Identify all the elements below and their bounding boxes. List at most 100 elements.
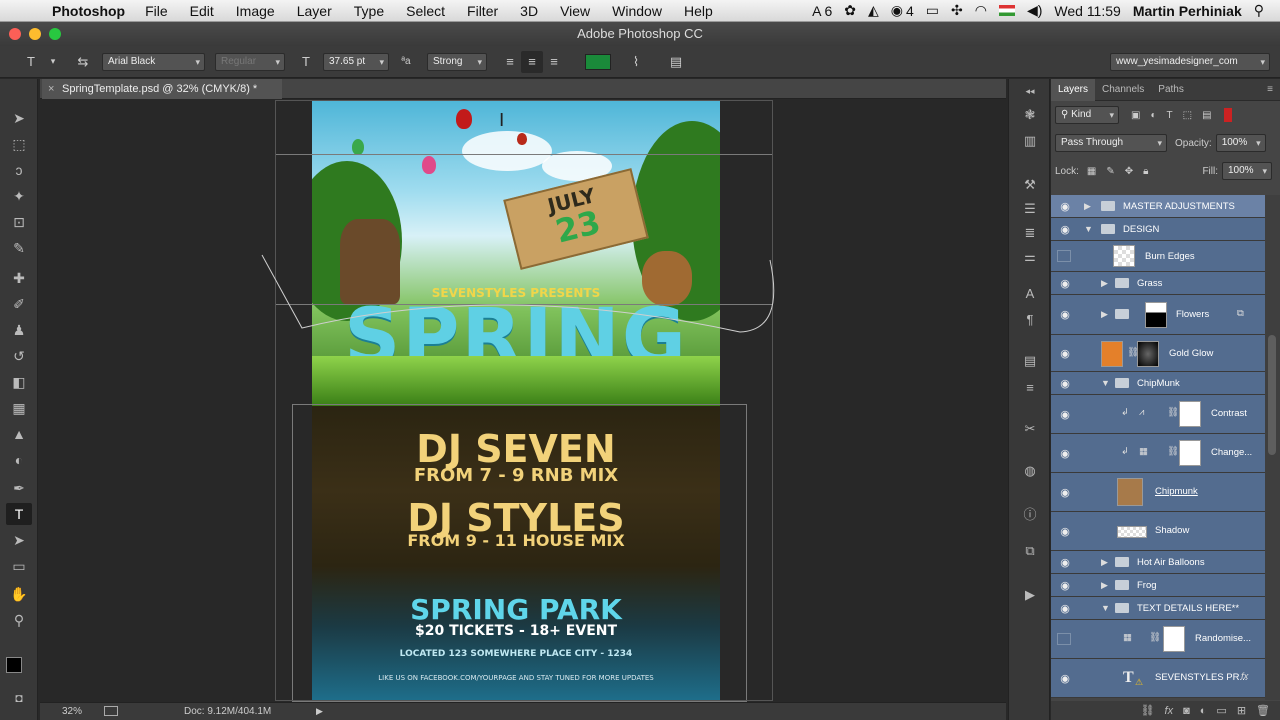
canvas-area[interactable]: JULY 23 SEVENSTYLES PRESENTS SPRING DJ S…: [40, 100, 1006, 702]
collapse-arrow-icon[interactable]: ▼: [1101, 603, 1110, 613]
layer-row[interactable]: ◉ ▼ DESIGN: [1051, 218, 1265, 241]
filter-toggle-icon[interactable]: [1223, 108, 1232, 122]
clone-source-icon[interactable]: ⧉: [1019, 541, 1041, 561]
link-layers-icon[interactable]: ⛓: [1141, 704, 1155, 717]
add-layer-style-icon[interactable]: fx: [1165, 705, 1174, 717]
visibility-eye-icon[interactable]: ◉: [1057, 525, 1073, 538]
hand-tool-icon[interactable]: ✋: [6, 583, 32, 605]
expand-arrow-icon[interactable]: ▶: [1101, 557, 1108, 568]
clock[interactable]: Wed 11:59: [1054, 3, 1120, 19]
clone-stamp-tool-icon[interactable]: ♟: [6, 319, 32, 341]
new-layer-icon[interactable]: ⊞: [1237, 704, 1246, 717]
styles-panel-icon[interactable]: ≣: [1019, 223, 1041, 243]
lasso-tool-icon[interactable]: ↄ: [6, 159, 32, 181]
preset-chevron-icon[interactable]: ▾: [46, 51, 60, 73]
layer-row[interactable]: Burn Edges: [1051, 241, 1265, 272]
visibility-eye-icon[interactable]: ◉: [1057, 408, 1073, 421]
type-tool-preset-icon[interactable]: T: [20, 51, 42, 73]
character-panel-dock-icon[interactable]: A: [1019, 283, 1041, 303]
healing-brush-tool-icon[interactable]: ✚: [6, 267, 32, 289]
layer-filter-kind[interactable]: ⚲ Kind: [1055, 106, 1119, 124]
fill-input[interactable]: 100%: [1222, 162, 1272, 180]
close-tab-icon[interactable]: ×: [48, 79, 54, 99]
expand-arrow-icon[interactable]: ▶: [1101, 278, 1108, 289]
visibility-toggle-empty[interactable]: [1057, 250, 1071, 262]
visibility-eye-icon[interactable]: ◉: [1057, 347, 1073, 360]
font-family-select[interactable]: Arial Black: [102, 52, 205, 71]
libraries-panel-icon[interactable]: ▤: [1019, 351, 1041, 371]
tool-presets-icon[interactable]: ⚒: [1019, 175, 1041, 195]
zoom-level[interactable]: 32%: [62, 703, 82, 720]
flag-icon[interactable]: [998, 5, 1015, 16]
volume-icon[interactable]: ◀): [1027, 2, 1042, 19]
tab-channels[interactable]: Channels: [1095, 79, 1151, 101]
visibility-eye-icon[interactable]: ◉: [1057, 223, 1073, 236]
visibility-eye-icon[interactable]: ◉: [1057, 579, 1073, 592]
align-right-icon[interactable]: ≡: [543, 51, 565, 73]
wifi-icon[interactable]: ◠: [975, 2, 987, 19]
blur-tool-icon[interactable]: ▲: [6, 423, 32, 445]
foreground-color-swatch[interactable]: [6, 657, 22, 673]
collapse-arrow-icon[interactable]: ▼: [1084, 224, 1093, 234]
layer-row[interactable]: ◉ ⛓ Gold Glow: [1051, 335, 1265, 372]
brush-tool-icon[interactable]: ✐: [6, 293, 32, 315]
scrollbar-thumb[interactable]: [1268, 335, 1276, 455]
layer-row[interactable]: ◉ Shadow: [1051, 512, 1265, 551]
cc-icon[interactable]: ◭: [868, 2, 879, 19]
status-info-icon[interactable]: [104, 706, 118, 716]
visibility-eye-icon[interactable]: ◉: [1057, 486, 1073, 499]
display-icon[interactable]: ▭: [926, 2, 939, 19]
menu-window[interactable]: Window: [612, 3, 662, 19]
visibility-eye-icon[interactable]: ◉: [1057, 277, 1073, 290]
menu-view[interactable]: View: [560, 3, 590, 19]
rectangle-tool-icon[interactable]: ▭: [6, 555, 32, 577]
move-tool-icon[interactable]: ➤: [6, 107, 32, 129]
font-size-select[interactable]: 37.65 pt: [323, 52, 389, 71]
visibility-eye-icon[interactable]: ◉: [1057, 556, 1073, 569]
menu-edit[interactable]: Edit: [190, 3, 214, 19]
status-menu-arrow-icon[interactable]: ▶: [316, 703, 323, 720]
kuler-panel-icon[interactable]: ◍: [1019, 461, 1041, 481]
layer-row[interactable]: ◉ ↲ ▦ ⛓ Change...: [1051, 434, 1265, 473]
layer-effects-icon[interactable]: fx: [1241, 671, 1248, 682]
new-adjustment-layer-icon[interactable]: ◐: [1200, 705, 1207, 717]
opacity-input[interactable]: 100%: [1215, 134, 1266, 152]
menu-3d[interactable]: 3D: [520, 3, 538, 19]
layer-row[interactable]: ◉ ▼ TEXT DETAILS HERE**: [1051, 597, 1265, 620]
path-selection-tool-icon[interactable]: ➤: [6, 529, 32, 551]
adobe-status[interactable]: A 6: [812, 3, 832, 19]
collapse-arrow-icon[interactable]: ▼: [1101, 378, 1110, 388]
menu-help[interactable]: Help: [684, 3, 713, 19]
gradient-tool-icon[interactable]: ▦: [6, 397, 32, 419]
add-mask-icon[interactable]: ◙: [1183, 705, 1190, 717]
crop-tool-icon[interactable]: ⊡: [6, 211, 32, 233]
layer-row[interactable]: ◉ ▶ Hot Air Balloons: [1051, 551, 1265, 574]
collapse-dock-icon[interactable]: ◂◂: [1019, 81, 1041, 101]
menu-file[interactable]: File: [145, 3, 168, 19]
text-color-swatch[interactable]: [585, 53, 611, 70]
expand-arrow-icon[interactable]: ▶: [1101, 580, 1108, 591]
align-center-icon[interactable]: ≡: [521, 50, 543, 73]
expand-arrow-icon[interactable]: ▶: [1101, 309, 1108, 320]
eyedropper-tool-icon[interactable]: ✎: [6, 237, 32, 259]
menu-image[interactable]: Image: [236, 3, 275, 19]
antialias-select[interactable]: Strong: [427, 52, 487, 71]
bluetooth-icon[interactable]: ✣: [951, 2, 963, 19]
eraser-tool-icon[interactable]: ◧: [6, 371, 32, 393]
tab-layers[interactable]: Layers: [1051, 78, 1096, 101]
adjustments-panel-icon[interactable]: ☰: [1019, 199, 1041, 219]
spotlight-search-icon[interactable]: ⚲: [1254, 2, 1264, 19]
user-name[interactable]: Martin Perhiniak: [1133, 3, 1242, 19]
font-style-select[interactable]: Regular: [215, 52, 285, 71]
properties-panel-icon[interactable]: ⚌: [1019, 247, 1041, 267]
history-brush-tool-icon[interactable]: ↺: [6, 345, 32, 367]
app-menu[interactable]: Photoshop: [52, 3, 125, 19]
visibility-toggle-empty[interactable]: [1057, 633, 1071, 645]
lock-transparent-icon[interactable]: ▦: [1087, 166, 1096, 177]
magic-wand-tool-icon[interactable]: ✦: [6, 185, 32, 207]
menu-filter[interactable]: Filter: [467, 3, 498, 19]
color-panel-icon[interactable]: ❃: [1019, 105, 1041, 125]
visibility-eye-icon[interactable]: ◉: [1057, 672, 1073, 685]
panel-menu-icon[interactable]: ≡: [1260, 79, 1280, 101]
notes-panel-icon[interactable]: ≡: [1019, 377, 1041, 397]
